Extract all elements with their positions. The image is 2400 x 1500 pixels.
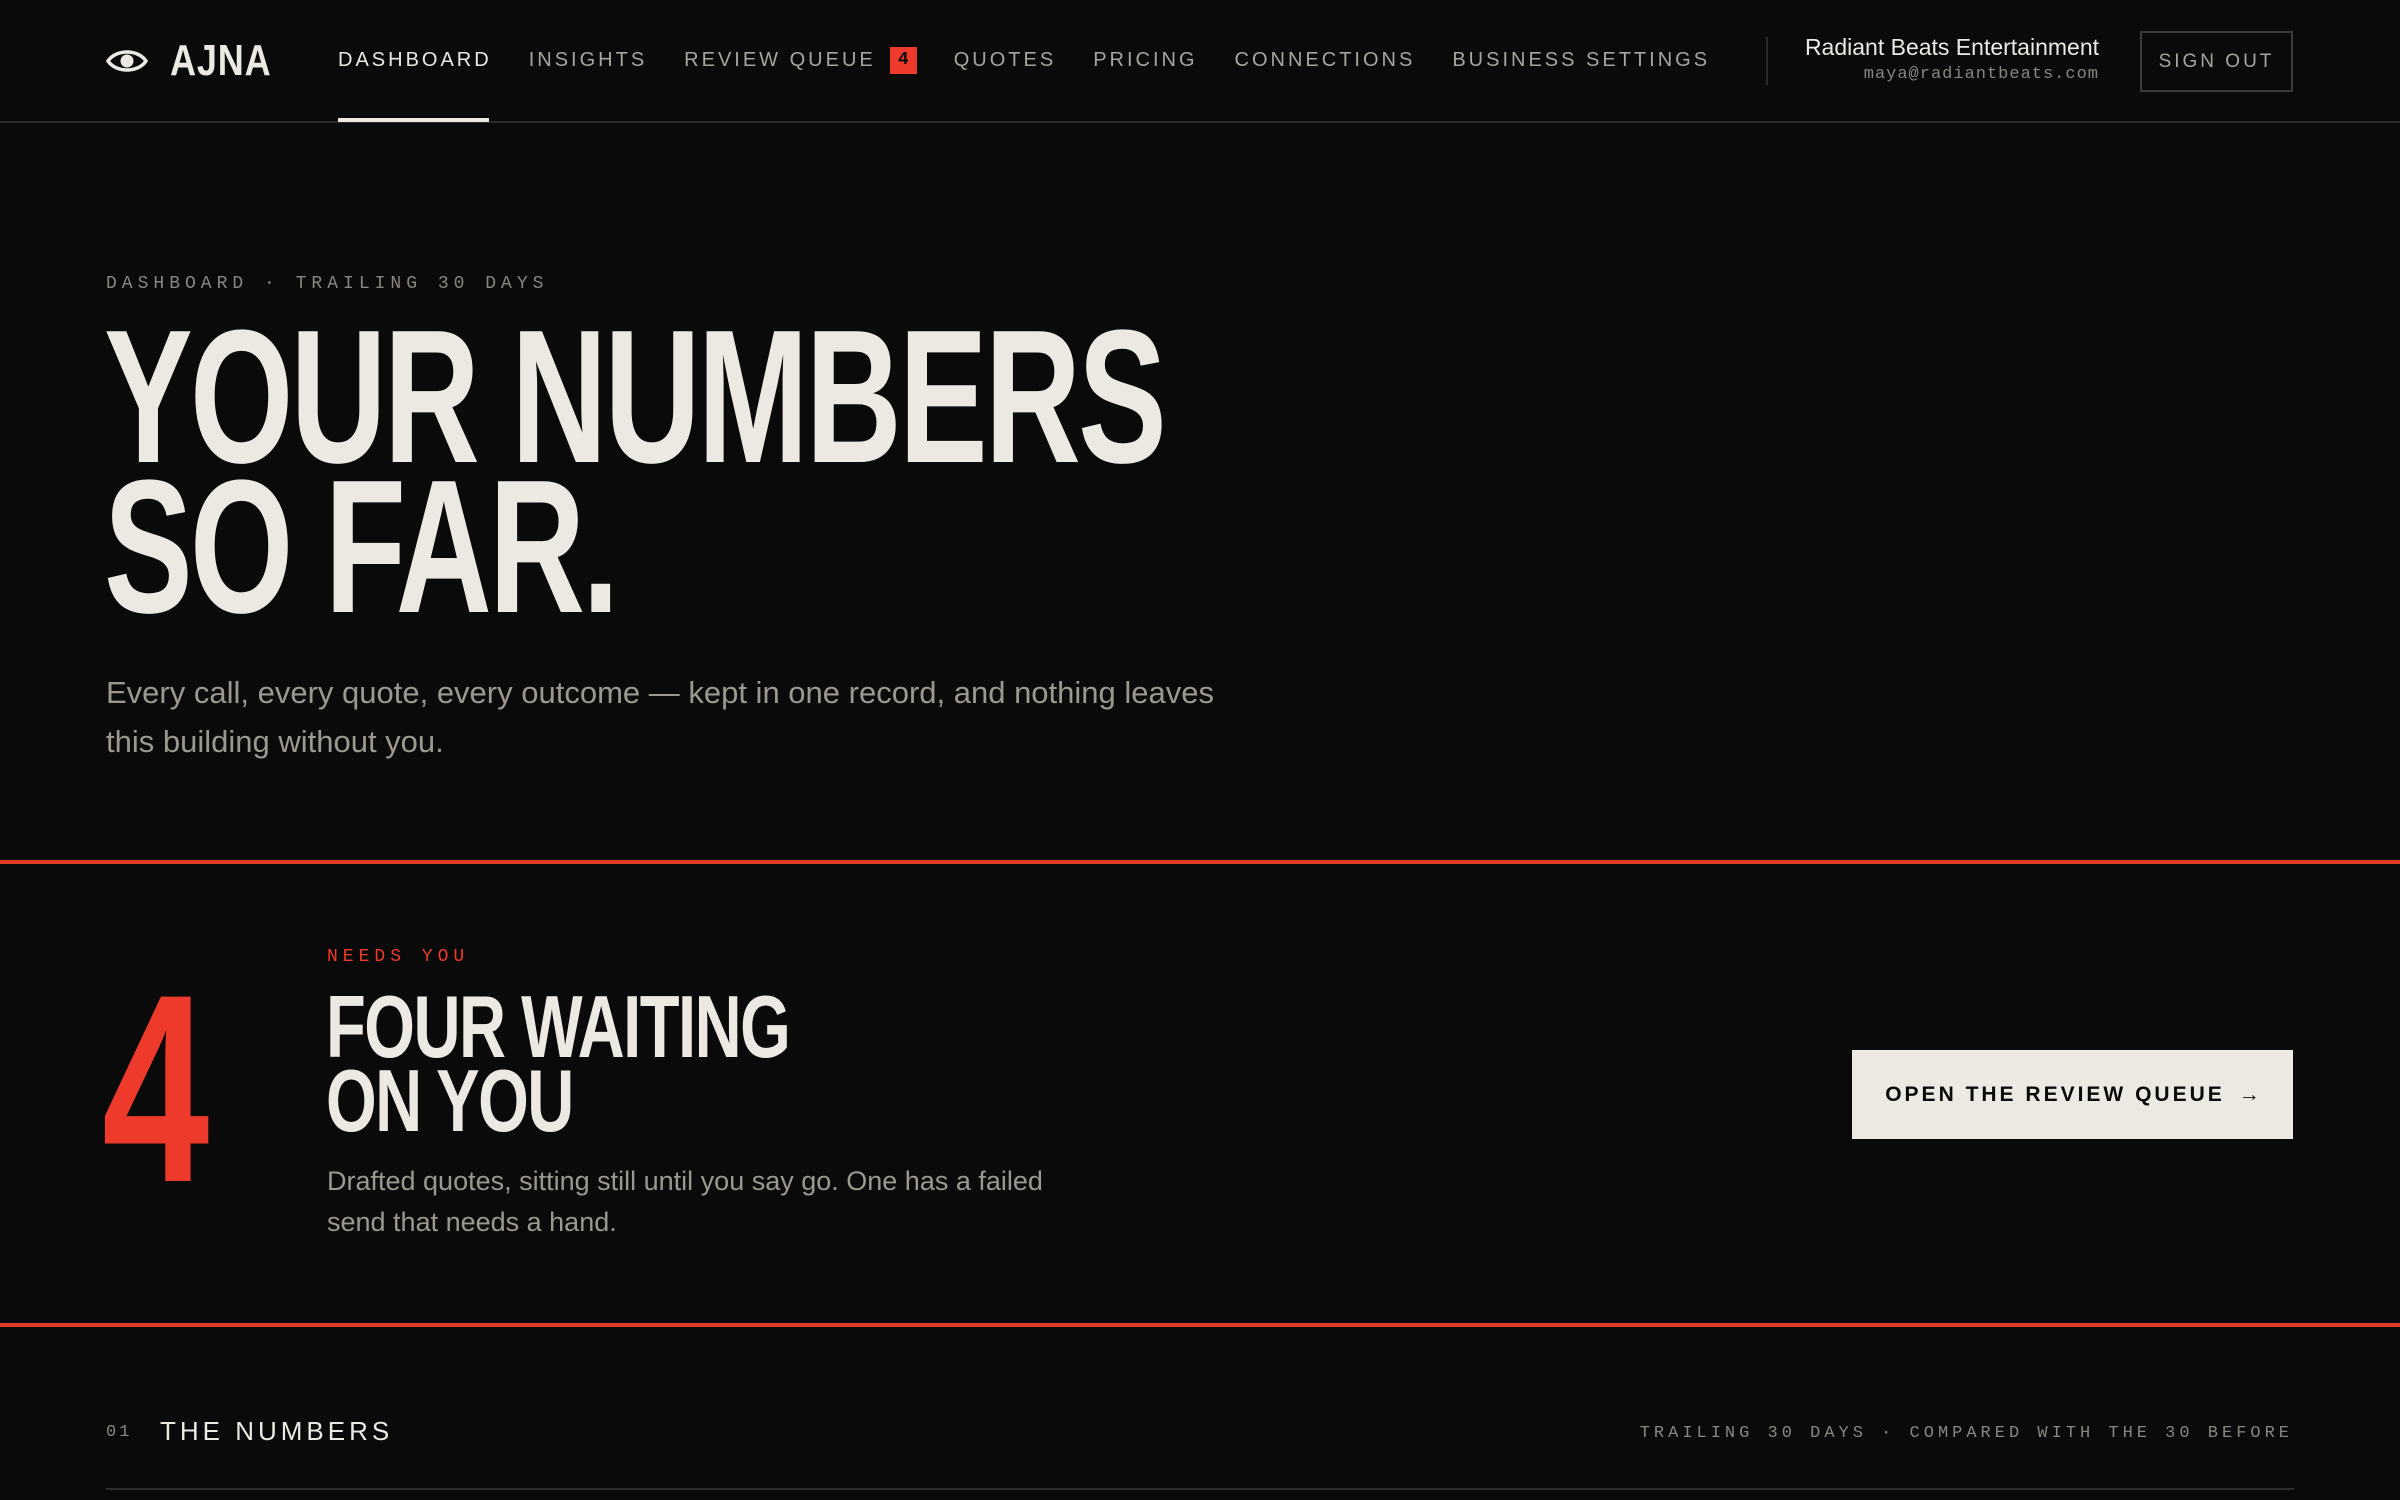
open-review-queue-button[interactable]: OPEN THE REVIEW QUEUE → xyxy=(1852,1050,2293,1139)
review-queue-count-badge: 4 xyxy=(889,47,917,74)
account-name: Radiant Beats Entertainment xyxy=(1804,34,2099,60)
section-divider xyxy=(106,1488,2294,1490)
sign-out-button[interactable]: SIGN OUT xyxy=(2140,31,2293,92)
nav-item-dashboard[interactable]: DASHBOARD xyxy=(338,0,492,122)
eye-icon xyxy=(106,50,148,72)
cta-label: OPEN THE REVIEW QUEUE xyxy=(1885,1082,2225,1106)
nav-item-label: BUSINESS SETTINGS xyxy=(1452,49,1711,71)
nav-item-business-settings[interactable]: BUSINESS SETTINGS xyxy=(1452,0,1710,121)
nav-item-label: REVIEW QUEUE xyxy=(684,49,876,71)
nav-divider xyxy=(1766,37,1768,85)
page-title: YOUR NUMBERS SO FAR. xyxy=(104,302,1167,642)
section-index: 01 xyxy=(106,1423,133,1442)
pending-count: 4 xyxy=(102,938,210,1238)
brand-name: AJNA xyxy=(170,36,272,85)
account-email: maya@radiantbeats.com xyxy=(1863,65,2099,84)
nav-item-label: PRICING xyxy=(1093,49,1198,71)
page-title-line-2: SO FAR. xyxy=(104,441,619,653)
nav-item-label: INSIGHTS xyxy=(528,49,648,71)
main-nav: DASHBOARD INSIGHTS REVIEW QUEUE 4 QUOTES… xyxy=(338,0,1747,122)
nav-item-review-queue[interactable]: REVIEW QUEUE 4 xyxy=(684,0,917,121)
alert-description: Drafted quotes, sitting still until you … xyxy=(327,1166,1043,1237)
nav-item-quotes[interactable]: QUOTES xyxy=(954,0,1056,121)
brand-logo[interactable]: AJNA xyxy=(106,36,294,86)
account-info: Radiant Beats Entertainment maya@radiant… xyxy=(1805,34,2099,84)
nav-item-label: CONNECTIONS xyxy=(1234,49,1416,71)
section-meta: TRAILING 30 DAYS · COMPARED WITH THE 30 … xyxy=(1639,1424,2293,1443)
arrow-right-icon: → xyxy=(2238,1082,2260,1106)
top-nav: AJNA DASHBOARD INSIGHTS REVIEW QUEUE 4 Q… xyxy=(0,0,2400,123)
alert-title-line-2: ON YOU xyxy=(326,1051,574,1150)
nav-item-insights[interactable]: INSIGHTS xyxy=(529,0,647,121)
nav-item-label: DASHBOARD xyxy=(338,49,492,71)
alert-label: NEEDS YOU xyxy=(327,947,470,967)
alert-title: FOUR WAITING ON YOU xyxy=(326,983,791,1145)
nav-item-connections[interactable]: CONNECTIONS xyxy=(1235,0,1416,121)
alert-bottom-rule xyxy=(0,1323,2400,1327)
nav-item-label: QUOTES xyxy=(953,49,1057,71)
section-title: THE NUMBERS xyxy=(160,1416,394,1446)
nav-item-pricing[interactable]: PRICING xyxy=(1093,0,1197,121)
hero-subtitle: Every call, every quote, every outcome —… xyxy=(106,675,1214,759)
alert-top-rule xyxy=(0,860,2400,864)
